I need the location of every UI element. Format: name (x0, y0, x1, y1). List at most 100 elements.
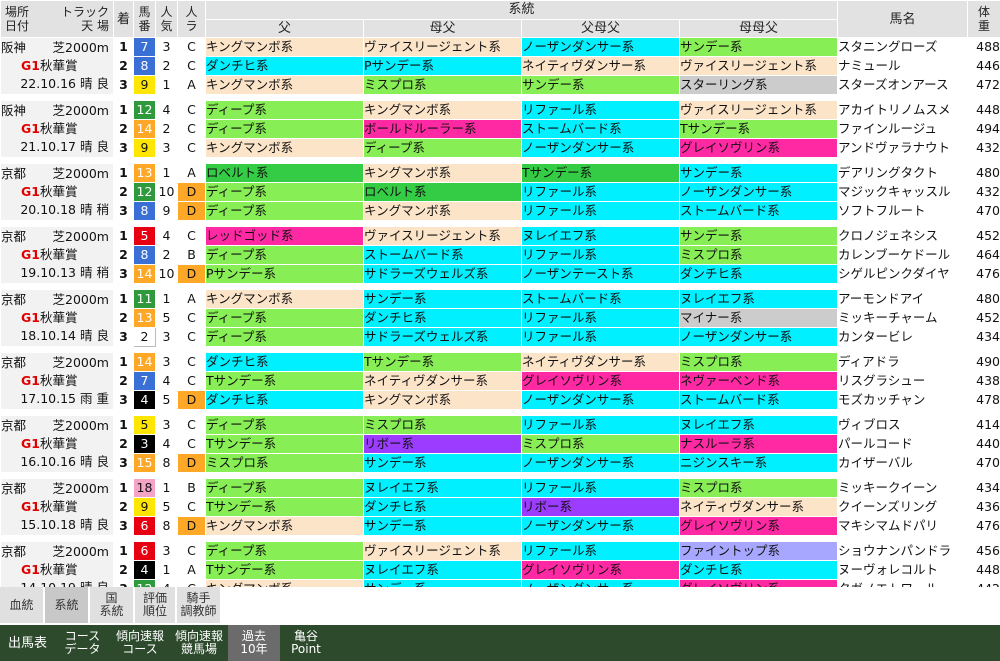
race-name: 秋華賞 (39, 373, 78, 388)
father-mother-father-lineage: リファール系 (521, 100, 680, 120)
table-row: 3 4 5 D ダンチヒ系 キングマンボ系 ノーザンダンサー系 ストームバード系 モズカッチャン… (1, 390, 1000, 410)
mother-father-lineage: ヴァイスリージェント系 (363, 37, 522, 57)
nav-trend-racecourse[interactable]: 傾向速報 競馬場 (170, 625, 228, 661)
nav-kameya-point[interactable]: 亀谷 Point (280, 625, 332, 661)
table-row: 2 7 4 C Tサンデー系 ネイティヴダンサー系 グレイソヴリン系 ネヴァーベンド系 リスグラ… (1, 371, 1000, 391)
lineage-table: 場所 トラック 日付 天 場 着 馬 番 人 気 人 ラ 系統 馬名 体 重 父… (0, 0, 1000, 599)
horse-name[interactable]: スターズオンアース (837, 75, 969, 95)
horse-name[interactable]: ナミュール (837, 56, 969, 76)
finish-rank: 3 (113, 390, 134, 410)
mother-mother-father-lineage: マイナー系 (678, 308, 839, 328)
mother-mother-father-lineage: グレイソヴリン系 (678, 138, 839, 158)
header-mother-father: 母父 (363, 18, 522, 38)
race-going: 稍 (96, 265, 109, 280)
mother-father-lineage: サンデー系 (363, 516, 522, 536)
horse-name[interactable]: ショウナンパンドラ (837, 541, 969, 561)
father-mother-father-lineage: ノーザンダンサー系 (521, 390, 680, 410)
race-grade: G1 (21, 184, 40, 199)
mother-father-lineage: キングマンボ系 (363, 201, 522, 221)
mother-mother-father-lineage: ダンチヒ系 (678, 560, 839, 580)
horse-weight: 480 (967, 289, 1000, 309)
horse-weight: 456 (967, 541, 1000, 561)
horse-name[interactable]: ソフトフルート (837, 201, 969, 221)
horse-name[interactable]: ディアドラ (837, 352, 969, 372)
mother-mother-father-lineage: サンデー系 (678, 163, 839, 183)
tab-pedigree[interactable]: 血統 (0, 587, 43, 623)
horse-number: 4 (133, 560, 156, 580)
race-name: 秋華賞 (39, 58, 78, 73)
popularity: 3 (155, 352, 178, 372)
popularity: 1 (155, 163, 178, 183)
horse-number: 7 (133, 37, 156, 57)
nav-past-10-years[interactable]: 過去 10年 (228, 625, 280, 661)
mother-mother-father-lineage: ヌレイエフ系 (678, 415, 839, 435)
father-mother-father-lineage: ネイティヴダンサー系 (521, 56, 680, 76)
nav-label-line2: データ (64, 642, 101, 656)
horse-name[interactable]: クロノジェネシス (837, 226, 969, 246)
horse-name[interactable]: ミッキーチャーム (837, 308, 969, 328)
mother-father-lineage: ヌレイエフ系 (363, 560, 522, 580)
header-horse-name: 馬名 (837, 0, 969, 38)
horse-name[interactable]: アーモンドアイ (837, 289, 969, 309)
horse-name[interactable]: マキシマムドパリ (837, 516, 969, 536)
nav-entry-table[interactable]: 出馬表 (0, 625, 55, 661)
horse-name[interactable]: パールコード (837, 434, 969, 454)
race-grade: G1 (21, 499, 40, 514)
father-lineage: キングマンボ系 (205, 138, 364, 158)
header-pop: 人 気 (155, 0, 178, 38)
finish-rank: 3 (113, 75, 134, 95)
evaluation-grade: C (177, 138, 206, 158)
horse-name[interactable]: モズカッチャン (837, 390, 969, 410)
horse-number: 13 (133, 163, 156, 183)
horse-name[interactable]: カイザーバル (837, 453, 969, 473)
race-info: 阪神 芝2000m G1秋華賞 22.10.16 晴 良 (0, 37, 114, 95)
finish-rank: 2 (113, 245, 134, 265)
race-weather: 晴 (79, 454, 93, 469)
horse-number: 9 (133, 138, 156, 158)
nav-course-data[interactable]: コース データ (55, 625, 110, 661)
mother-father-lineage: ヌレイエフ系 (363, 478, 522, 498)
horse-name[interactable]: ミッキークイーン (837, 478, 969, 498)
tab-label: 騎手 調教師 (180, 592, 216, 618)
race-title: G1秋華賞 (2, 183, 113, 201)
father-lineage: ロベルト系 (205, 163, 364, 183)
father-mother-father-lineage: グレイソヴリン系 (521, 560, 680, 580)
horse-name[interactable]: カレンブーケドール (837, 245, 969, 265)
tab-lineage[interactable]: 系統 (45, 587, 88, 623)
finish-rank: 1 (113, 100, 134, 120)
horse-name[interactable]: リスグラシュー (837, 371, 969, 391)
horse-number: 5 (133, 226, 156, 246)
horse-name[interactable]: スタニングローズ (837, 37, 969, 57)
race-going: 良 (96, 76, 109, 91)
race-venue: 京都 (1, 292, 27, 307)
horse-name[interactable]: アンドヴァラナウト (837, 138, 969, 158)
race-venue: 京都 (1, 544, 27, 559)
horse-name[interactable]: カンタービレ (837, 327, 969, 347)
evaluation-grade: B (177, 245, 206, 265)
horse-name[interactable]: ヴィブロス (837, 415, 969, 435)
horse-name[interactable]: ヌーヴォレコルト (837, 560, 969, 580)
horse-name[interactable]: マジックキャッスル (837, 182, 969, 202)
header-num-2: 番 (138, 19, 151, 33)
tab-evaluation-rank[interactable]: 評価 順位 (135, 587, 175, 623)
horse-name[interactable]: アカイトリノムスメ (837, 100, 969, 120)
race-grade: G1 (21, 310, 40, 325)
horse-weight: 436 (967, 497, 1000, 517)
nav-label-line2: 競馬場 (180, 642, 217, 656)
tab-country-lineage[interactable]: 国系統 (90, 587, 133, 623)
horse-weight: 476 (967, 264, 1000, 284)
horse-number: 8 (133, 56, 156, 76)
popularity: 4 (155, 434, 178, 454)
horse-name[interactable]: ファインルージュ (837, 119, 969, 139)
horse-name[interactable]: デアリングタクト (837, 163, 969, 183)
horse-name[interactable]: シゲルピンクダイヤ (837, 264, 969, 284)
horse-weight: 434 (967, 478, 1000, 498)
mother-mother-father-lineage: グレイソヴリン系 (678, 516, 839, 536)
evaluation-grade: D (177, 201, 206, 221)
nav-trend-course[interactable]: 傾向速報 コース (110, 625, 170, 661)
father-mother-father-lineage: Tサンデー系 (521, 163, 680, 183)
header-father-mother-father: 父母父 (521, 18, 680, 38)
tab-jockey-trainer[interactable]: 騎手 調教師 (177, 587, 220, 623)
horse-name[interactable]: クイーンズリング (837, 497, 969, 517)
father-lineage: Tサンデー系 (205, 371, 364, 391)
